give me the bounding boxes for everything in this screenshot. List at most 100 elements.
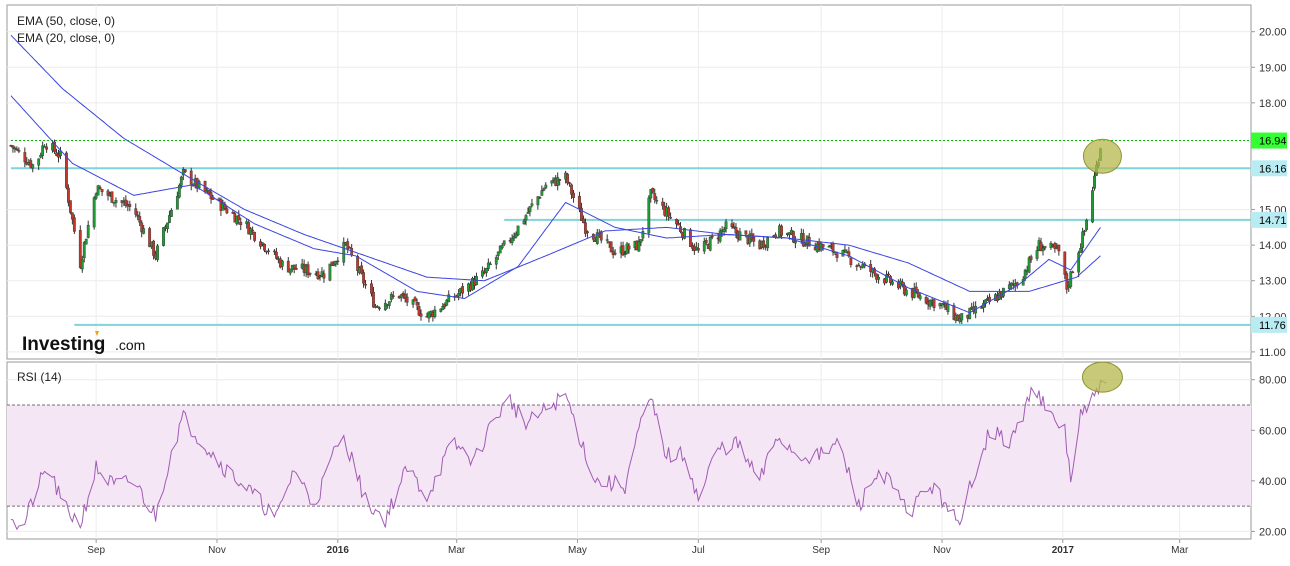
candle-down — [322, 273, 326, 279]
candle-down — [413, 297, 417, 302]
candle-up — [843, 249, 847, 252]
candle-down — [239, 221, 243, 226]
price-tick-label: 14.00 — [1259, 240, 1287, 252]
candle-up — [156, 245, 159, 260]
candle-down — [267, 250, 270, 252]
candle-up — [528, 206, 532, 212]
candle-up — [502, 240, 506, 245]
candle-up — [724, 221, 728, 230]
candle-down — [821, 244, 825, 248]
candle-down — [730, 223, 734, 228]
candle-up — [877, 276, 880, 280]
candle-up — [84, 238, 88, 245]
candle-up — [766, 237, 770, 249]
rsi-highlight-circle — [1081, 361, 1123, 393]
candle-up — [891, 281, 894, 285]
candle-down — [263, 243, 266, 251]
candle-down — [752, 236, 756, 242]
candle-up — [524, 215, 528, 221]
candle-up — [904, 289, 908, 296]
candle-down — [803, 244, 807, 247]
candle-down — [849, 257, 853, 265]
candle-up — [1001, 287, 1005, 297]
candle-up — [641, 231, 645, 239]
time-tick-label: 2016 — [327, 545, 350, 556]
candle-up — [1035, 250, 1039, 259]
candle-up — [1085, 219, 1088, 230]
candle-up — [510, 238, 514, 243]
candle-down — [378, 307, 381, 310]
candle-down — [653, 193, 657, 200]
candle-down — [98, 187, 102, 190]
candle-up — [722, 229, 726, 232]
candle-down — [68, 200, 72, 213]
candle-down — [887, 273, 890, 276]
candle-up — [273, 250, 276, 253]
candle-up — [82, 242, 86, 259]
price-tick-label: 11.00 — [1259, 347, 1286, 359]
rsi-tick-label: 20.00 — [1259, 526, 1287, 538]
candle-up — [376, 306, 379, 308]
candle-up — [37, 158, 41, 166]
candle-down — [110, 191, 114, 203]
candle-down — [558, 179, 562, 181]
candle-up — [179, 176, 183, 186]
candle-down — [225, 208, 229, 214]
candle-up — [166, 222, 169, 230]
candle-up — [1027, 257, 1031, 273]
candle-up — [308, 272, 312, 275]
rsi-axis: 80.00 60.00 40.00 20.00 — [1251, 375, 1287, 538]
candle-up — [80, 259, 84, 270]
candle-up — [968, 307, 972, 320]
candle-down — [231, 212, 235, 214]
level-badge-label: 16.94 — [1259, 136, 1287, 148]
candle-up — [383, 302, 387, 311]
candle-down — [667, 207, 671, 217]
candle-up — [669, 217, 672, 219]
candle-up — [540, 190, 544, 196]
candle-up — [918, 295, 922, 300]
rsi-tick-label: 40.00 — [1259, 476, 1287, 488]
price-tick-label: 20.00 — [1259, 27, 1287, 39]
candle-up — [542, 188, 546, 191]
candle-down — [568, 182, 571, 184]
candle-down — [627, 245, 631, 250]
candle-down — [677, 222, 680, 226]
rsi-legend: RSI (14) — [17, 370, 62, 384]
candle-down — [1057, 244, 1061, 252]
candle-down — [932, 299, 936, 308]
candle-up — [556, 177, 560, 186]
candle-up — [280, 260, 284, 267]
time-tick-label: May — [568, 545, 587, 556]
price-panel — [6, 4, 1252, 360]
candle-up — [142, 228, 146, 234]
candle-down — [360, 265, 363, 274]
candle-up — [708, 236, 712, 251]
candle-down — [566, 173, 569, 184]
candle-up — [249, 228, 253, 235]
candle-up — [494, 257, 498, 265]
candle-up — [1043, 246, 1047, 249]
candle-down — [710, 235, 714, 238]
logo-brand: Investing — [22, 334, 105, 355]
candle-up — [96, 185, 100, 196]
candle-up — [946, 304, 950, 312]
candle-down — [237, 215, 241, 221]
candle-up — [481, 270, 484, 277]
candle-down — [613, 252, 617, 255]
candle-up — [1079, 248, 1083, 253]
candle-up — [175, 195, 179, 210]
candle-down — [696, 248, 700, 251]
time-tick-label: Mar — [1171, 545, 1189, 556]
candle-down — [538, 197, 542, 199]
candle-down — [294, 267, 298, 270]
candle-up — [605, 239, 609, 241]
price-highlight-circle — [1082, 138, 1122, 174]
candle-up — [328, 263, 332, 281]
candle-down — [1071, 271, 1075, 274]
candle-down — [704, 240, 708, 243]
price-tick-label: 18.00 — [1259, 98, 1287, 110]
candle-up — [162, 227, 165, 246]
candle-down — [461, 286, 465, 294]
candle-down — [316, 271, 320, 279]
